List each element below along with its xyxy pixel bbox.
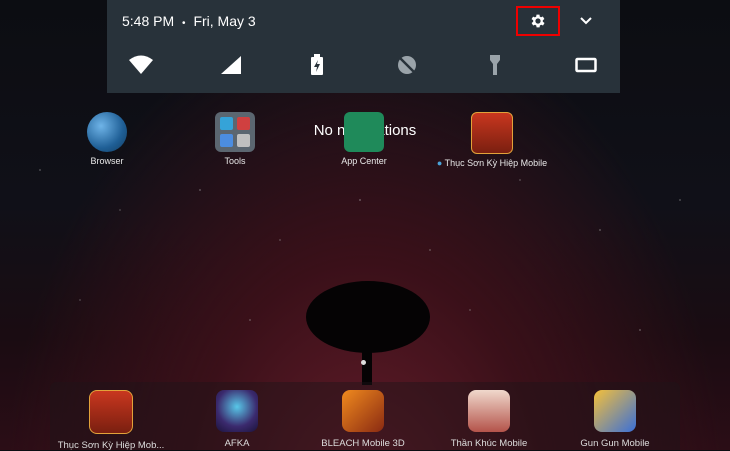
chevron-down-icon xyxy=(580,17,592,25)
cast-toggle[interactable] xyxy=(573,54,599,76)
game-icon xyxy=(471,112,513,154)
date: Fri, May 3 xyxy=(193,13,256,29)
flashlight-icon xyxy=(490,55,500,75)
dock-app-bleach[interactable]: BLEACH Mobile 3D xyxy=(300,390,426,449)
dock-app-gun-gun[interactable]: Gun Gun Mobile xyxy=(552,390,678,449)
expand-button[interactable] xyxy=(577,12,595,30)
app-label: BLEACH Mobile 3D xyxy=(321,438,405,449)
app-center-icon xyxy=(344,112,384,152)
wifi-toggle[interactable] xyxy=(128,54,154,76)
app-label: Browser xyxy=(90,156,124,166)
tools-folder-icon xyxy=(215,112,255,152)
app-browser[interactable]: Browser xyxy=(47,112,167,166)
settings-button[interactable] xyxy=(516,6,560,36)
game-icon xyxy=(89,390,133,434)
location-toggle[interactable] xyxy=(394,54,420,76)
game-icon xyxy=(594,390,636,432)
app-label: Gun Gun Mobile xyxy=(580,438,650,449)
screen-cast-icon xyxy=(575,57,597,73)
app-label: Thần Khúc Mobile xyxy=(450,438,528,449)
game-icon xyxy=(468,390,510,432)
separator: • xyxy=(182,18,186,29)
gear-icon xyxy=(531,14,545,28)
clock-time: 5:48 PM xyxy=(122,13,175,29)
globe-icon xyxy=(87,112,127,152)
location-off-icon xyxy=(398,56,416,74)
notification-panel: 5:48 PM • Fri, May 3 xyxy=(107,0,620,93)
app-label: Thục Sơn Kỳ Hiệp Mob... xyxy=(57,440,165,451)
battery-toggle[interactable] xyxy=(304,54,330,76)
dock-app-afka[interactable]: AFKA xyxy=(174,390,300,449)
app-thuc-son[interactable]: ● Thục Sơn Kỳ Hiệp Mobile xyxy=(432,112,552,168)
dock-app-than-khuc[interactable]: Thần Khúc Mobile xyxy=(426,390,552,449)
app-label: AFKA xyxy=(224,438,250,449)
game-icon xyxy=(216,390,258,432)
flashlight-toggle[interactable] xyxy=(482,54,508,76)
dock-app-thuc-son[interactable]: Thục Sơn Kỳ Hiệp Mob... xyxy=(48,390,174,451)
app-tools[interactable]: Tools xyxy=(175,112,295,166)
app-label: Tools xyxy=(224,156,246,166)
status-datetime: 5:48 PM • Fri, May 3 xyxy=(122,13,256,29)
app-app-center[interactable]: App Center xyxy=(304,112,424,166)
wifi-icon xyxy=(129,55,153,74)
battery-charging-icon xyxy=(311,54,323,75)
tree-silhouette xyxy=(306,281,430,385)
app-label: App Center xyxy=(341,156,387,166)
app-label: ● Thục Sơn Kỳ Hiệp Mobile xyxy=(436,158,548,168)
cellular-toggle[interactable] xyxy=(218,54,244,76)
page-indicator xyxy=(361,360,366,365)
cellular-signal-icon xyxy=(221,56,241,74)
game-icon xyxy=(342,390,384,432)
